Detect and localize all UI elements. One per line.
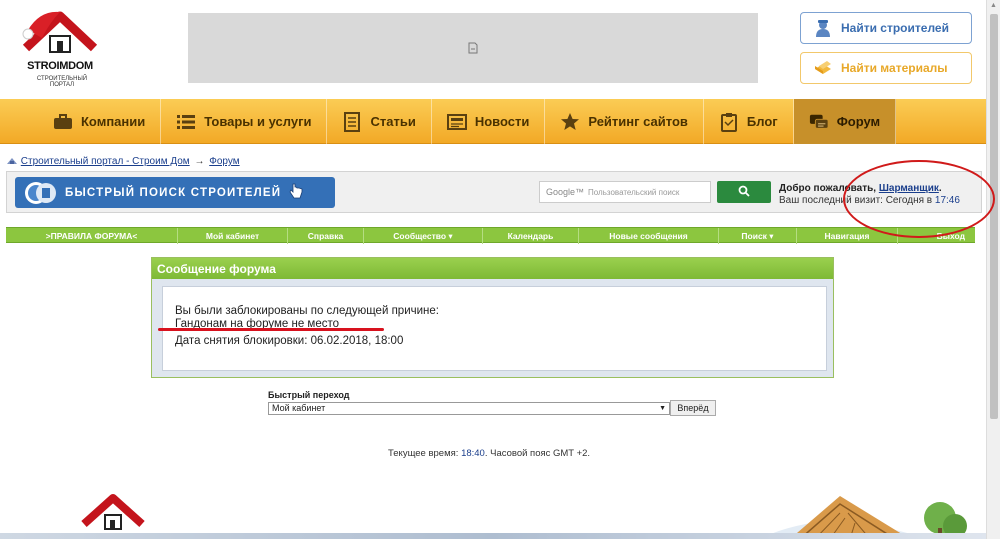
breadcrumb-portal-link[interactable]: Строительный портал - Строим Дом (21, 156, 190, 167)
message-title: Сообщение форума (152, 258, 833, 279)
fast-search-label: БЫСТРЫЙ ПОИСК СТРОИТЕЛЕЙ (65, 186, 282, 199)
google-search-placeholder: Пользовательский поиск (588, 187, 680, 197)
newspaper-icon (446, 112, 467, 132)
nav-item-label: Товары и услуги (204, 114, 312, 129)
ban-reason-intro: Вы были заблокированы по следующей причи… (175, 305, 439, 317)
nav-item-forum[interactable]: Форум (793, 99, 897, 144)
quick-jump-select[interactable]: Мой кабинет ▼ (268, 402, 670, 415)
nav-item-news[interactable]: Новости (432, 99, 546, 144)
username-link[interactable]: Шарманщик (879, 183, 939, 194)
chevron-down-icon: ▼ (659, 405, 666, 412)
unblock-value: 06.02.2018, 18:00 (310, 335, 404, 347)
footer-house-icon (81, 494, 145, 539)
forum-nav-community[interactable]: Сообщество ▾ (364, 228, 483, 244)
breadcrumb-arrow: → (194, 156, 205, 167)
ad-banner[interactable] (188, 13, 758, 83)
current-time: Текущее время: 18:40. Часовой пояс GMT +… (388, 448, 590, 459)
breadcrumb-forum-link[interactable]: Форум (209, 156, 239, 167)
footer-house-illustration (730, 488, 980, 539)
cursor-hand-icon (289, 183, 303, 202)
footer-logo[interactable] (80, 490, 146, 539)
forum-nav-cabinet[interactable]: Мой кабинет (178, 228, 288, 244)
current-time-value: 18:40 (461, 448, 485, 459)
briefcase-icon (53, 112, 73, 132)
search-icon (738, 185, 750, 200)
search-strip: БЫСТРЫЙ ПОИСК СТРОИТЕЛЕЙ Google™ Пользов… (6, 171, 982, 213)
google-brand: Google™ (546, 187, 585, 197)
unblock-date: Дата снятия блокировки: 06.02.2018, 18:0… (175, 335, 814, 348)
nav-item-articles[interactable]: Статьи (327, 99, 432, 144)
nav-item-label: Статьи (370, 114, 416, 129)
google-search-button[interactable] (717, 181, 771, 203)
breadcrumb: Строительный портал - Строим Дом → Форум (6, 156, 240, 168)
nav-item-label: Блог (746, 114, 778, 129)
forum-nav: >ПРАВИЛА ФОРУМА< Мой кабинет Справка Соо… (6, 227, 975, 244)
forum-nav-help[interactable]: Справка (288, 228, 364, 244)
timezone-text: . Часовой пояс GMT +2. (484, 448, 591, 459)
nav-item-label: Компании (81, 114, 146, 129)
google-search-input[interactable]: Google™ Пользовательский поиск (539, 181, 711, 203)
forum-nav-new-posts[interactable]: Новые сообщения (579, 228, 719, 244)
unblock-label: Дата снятия блокировки: (175, 335, 308, 347)
quick-jump-label: Быстрый переход (268, 390, 350, 400)
page-scrollbar[interactable]: ▲ (986, 0, 1000, 539)
home-icon (6, 156, 18, 168)
last-visit-text: Ваш последний визит: Сегодня в (779, 195, 933, 206)
forum-nav-calendar[interactable]: Календарь (483, 228, 579, 244)
list-icon (176, 112, 196, 132)
worker-icon (813, 19, 833, 37)
nav-item-label: Новости (474, 114, 530, 129)
fast-search-builders-button[interactable]: БЫСТРЫЙ ПОИСК СТРОИТЕЛЕЙ (15, 177, 335, 208)
find-materials-button[interactable]: Найти материалы (800, 52, 972, 84)
nav-item-blog[interactable]: Блог (704, 99, 794, 144)
broken-image-icon (468, 42, 478, 54)
find-builders-label: Найти строителей (841, 21, 949, 35)
document-icon (342, 111, 362, 132)
quick-jump-selected: Мой кабинет (272, 403, 326, 413)
forum-nav-logout[interactable]: Выход (898, 228, 975, 244)
welcome-text: Добро пожаловать, (779, 183, 877, 194)
bricks-icon (813, 59, 833, 77)
quick-jump-go-button[interactable]: Вперёд (670, 400, 716, 416)
nav-item-label: Рейтинг сайтов (588, 114, 688, 129)
last-visit-time: 17:46 (934, 195, 960, 206)
logo-house-icon (22, 11, 98, 53)
logo-text: STROIMDOM (27, 60, 93, 72)
forum-nav-rules[interactable]: >ПРАВИЛА ФОРУМА< (6, 228, 178, 244)
scrollbar-thumb[interactable] (990, 14, 998, 419)
nav-item-label: Форум (836, 114, 881, 129)
forum-nav-search[interactable]: Поиск ▾ (719, 228, 797, 244)
red-underline-annotation (158, 328, 384, 331)
nav-item-rating[interactable]: Рейтинг сайтов (545, 99, 704, 144)
site-logo[interactable]: STROIMDOM СТРОИТЕЛЬНЫЙ ПОРТАЛ (20, 8, 100, 88)
current-time-label: Текущее время: (388, 448, 459, 459)
welcome-block: Добро пожаловать, Шарманщик. Ваш последн… (779, 183, 960, 206)
find-builders-button[interactable]: Найти строителей (800, 12, 972, 44)
scroll-up-icon[interactable]: ▲ (990, 2, 997, 9)
main-nav: Компании Товары и услуги Статьи Новости … (0, 99, 988, 144)
os-taskbar (0, 533, 986, 539)
clipboard-icon (719, 112, 739, 132)
chat-icon (809, 112, 829, 132)
logo-subtitle: СТРОИТЕЛЬНЫЙ ПОРТАЛ (36, 76, 88, 88)
nav-item-goods[interactable]: Товары и услуги (161, 99, 328, 144)
star-icon (560, 112, 580, 132)
forum-nav-navigation[interactable]: Навигация (797, 228, 898, 244)
find-materials-label: Найти материалы (841, 61, 948, 75)
quick-jump: Быстрый переход Мой кабинет ▼ Вперёд (268, 390, 716, 416)
forum-message-box: Сообщение форума Вы были заблокированы п… (151, 257, 834, 378)
nav-item-companies[interactable]: Компании (38, 99, 162, 144)
builders-emblem-icon (15, 177, 65, 208)
